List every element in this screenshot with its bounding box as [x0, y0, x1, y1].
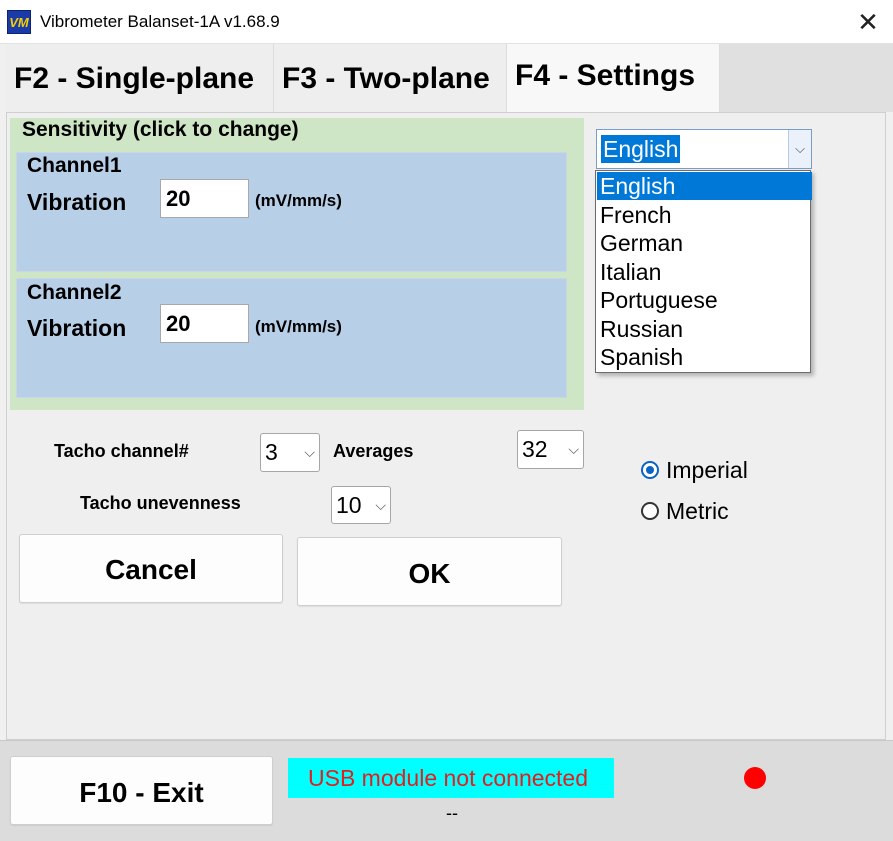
tab-two-plane[interactable]: F3 - Two-plane [274, 44, 507, 112]
channel2-vibration-input[interactable]: 20 [160, 304, 249, 343]
channel2-title: Channel2 [27, 281, 122, 304]
language-option-english[interactable]: English [597, 172, 812, 200]
tacho-unevenness-select[interactable]: 10 ⌵ [331, 486, 391, 524]
averages-value: 32 [522, 436, 548, 462]
tacho-unevenness-value: 10 [336, 492, 362, 518]
ok-button[interactable]: OK [297, 537, 562, 606]
language-option-german[interactable]: German [597, 229, 812, 257]
title-bar: VM Vibrometer Balanset-1A v1.68.9 ✕ [0, 0, 893, 44]
chevron-down-icon: ⌵ [568, 441, 579, 457]
chevron-down-icon: ⌵ [304, 444, 315, 460]
tacho-channel-select[interactable]: 3 ⌵ [260, 433, 320, 472]
channel1-vibration-input[interactable]: 20 [160, 179, 249, 218]
language-option-french[interactable]: French [597, 201, 812, 229]
language-select[interactable]: English ⌵ [596, 129, 812, 169]
imperial-label[interactable]: Imperial [666, 457, 748, 484]
status-dash-text: -- [446, 803, 458, 823]
channel1-title: Channel1 [27, 154, 122, 177]
connection-indicator-icon [744, 767, 766, 789]
close-icon[interactable]: ✕ [850, 6, 886, 38]
tacho-channel-value: 3 [265, 439, 278, 465]
language-option-russian[interactable]: Russian [597, 315, 812, 343]
tacho-channel-label: Tacho channel# [54, 441, 189, 461]
language-selected-value: English [601, 135, 681, 163]
app-logo-icon: VM [7, 10, 31, 34]
channel1-vibration-label: Vibration [27, 189, 127, 215]
cancel-button[interactable]: Cancel [19, 534, 283, 603]
chevron-down-icon: ⌵ [375, 497, 386, 513]
sensitivity-title[interactable]: Sensitivity (click to change) [22, 118, 299, 142]
tacho-unevenness-label: Tacho unevenness [80, 493, 241, 513]
metric-radio[interactable] [641, 502, 659, 520]
exit-button[interactable]: F10 - Exit [10, 756, 273, 825]
language-option-italian[interactable]: Italian [597, 258, 812, 286]
usb-status-badge: USB module not connected [288, 758, 614, 798]
language-option-portuguese[interactable]: Portuguese [597, 286, 812, 314]
window-title: Vibrometer Balanset-1A v1.68.9 [40, 12, 280, 31]
tab-settings[interactable]: F4 - Settings [507, 44, 720, 112]
averages-label: Averages [333, 441, 414, 461]
averages-select[interactable]: 32 ⌵ [517, 430, 584, 469]
imperial-radio[interactable] [641, 461, 659, 479]
tab-strip-filler [720, 44, 893, 112]
language-option-spanish[interactable]: Spanish [597, 343, 812, 371]
language-dropdown-list: English French German Italian Portuguese… [595, 170, 812, 373]
metric-label[interactable]: Metric [666, 498, 729, 525]
channel2-vibration-label: Vibration [27, 315, 127, 341]
channel1-unit: (mV/mm/s) [255, 191, 342, 210]
channel2-unit: (mV/mm/s) [255, 317, 342, 336]
tab-single-plane[interactable]: F2 - Single-plane [6, 44, 274, 112]
chevron-down-icon[interactable]: ⌵ [788, 130, 811, 168]
